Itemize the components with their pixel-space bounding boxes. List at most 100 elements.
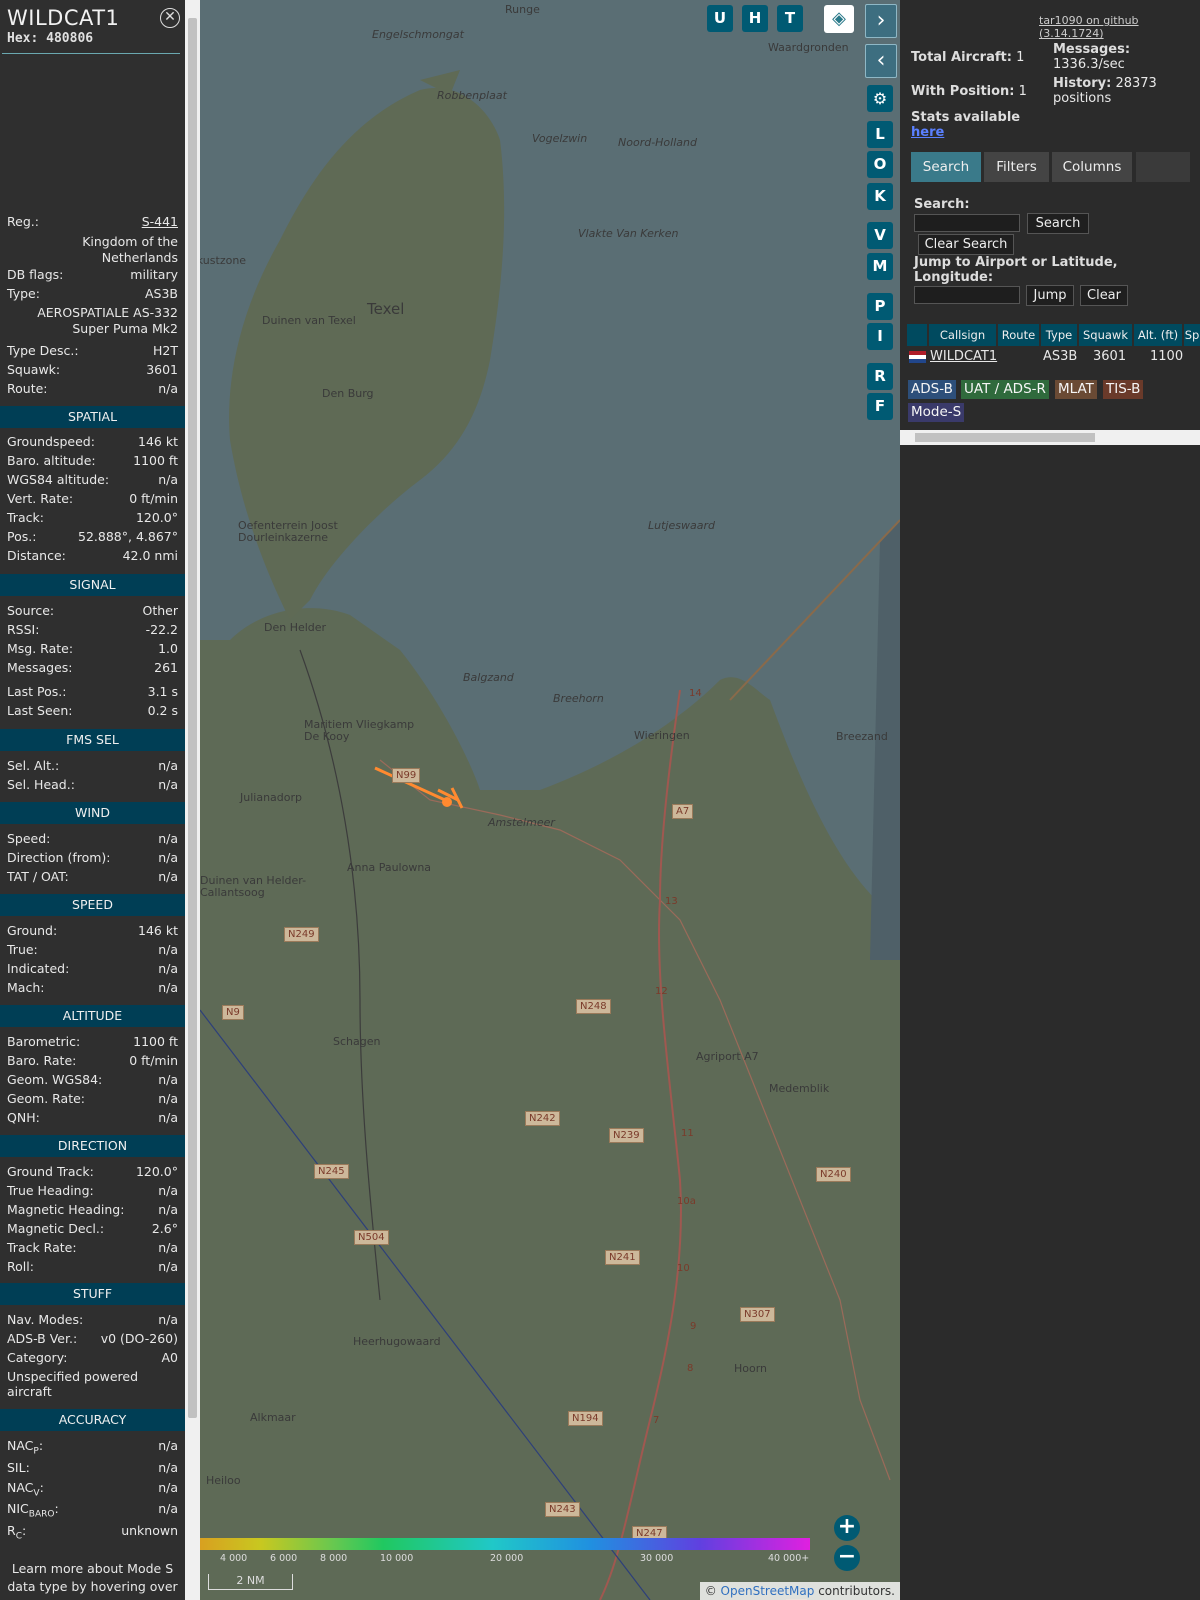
- color-legend-tick: 4 000: [220, 1553, 248, 1564]
- spatial-row: WGS84 altitude: n/a: [7, 472, 178, 487]
- row-type: AS3B: [1043, 349, 1078, 364]
- map-label: Vogelzwin: [532, 132, 588, 145]
- map-label: Hoorn: [734, 1362, 768, 1375]
- section-signal: SIGNAL: [0, 574, 185, 596]
- color-legend-tick: 30 000: [640, 1553, 674, 1564]
- collapse-left-icon[interactable]: ‹: [865, 44, 897, 78]
- signal-row: Source: Other: [7, 603, 178, 618]
- fms-row: Sel. Head.: n/a: [7, 777, 178, 792]
- road-label: N240: [816, 1167, 851, 1182]
- search-button[interactable]: Search: [1027, 213, 1089, 234]
- title-underline: [2, 53, 180, 54]
- section-wind: WIND: [0, 802, 185, 824]
- layers-icon[interactable]: ◈: [824, 5, 854, 33]
- map-button-k[interactable]: K: [867, 183, 893, 210]
- color-legend-tick: 10 000: [380, 1553, 414, 1564]
- map-button-v[interactable]: V: [867, 222, 893, 249]
- road-label: N245: [314, 1164, 349, 1179]
- search-input[interactable]: [914, 214, 1020, 232]
- tab-filters[interactable]: Filters: [984, 152, 1049, 182]
- direction-row: Magnetic Decl.: 2.6°: [7, 1221, 178, 1236]
- type-desc-row: Type Desc.: H2T: [7, 343, 178, 358]
- jump-button[interactable]: Jump: [1026, 285, 1074, 306]
- clear-jump-button[interactable]: Clear: [1080, 285, 1128, 306]
- map-button-i[interactable]: I: [867, 323, 893, 350]
- category-description: Unspecified powered aircraft: [7, 1369, 139, 1399]
- road-label: 11: [681, 1128, 694, 1139]
- map-label: Medemblik: [769, 1082, 830, 1095]
- zoom-in-button[interactable]: +: [834, 1515, 860, 1541]
- direction-row: Track Rate: n/a: [7, 1240, 178, 1255]
- map-button-f[interactable]: F: [867, 393, 893, 420]
- clear-search-button[interactable]: Clear Search: [918, 234, 1014, 255]
- row-callsign[interactable]: WILDCAT1: [930, 349, 997, 364]
- altitude-row: Geom. Rate: n/a: [7, 1091, 178, 1106]
- speed-row: Mach: n/a: [7, 980, 178, 995]
- road-label: N99: [392, 768, 421, 783]
- close-icon[interactable]: ✕: [160, 8, 180, 28]
- messages-stat: Messages: 1336.3/sec: [1053, 42, 1131, 72]
- type-full-name: AEROSPATIALE AS-332 Super Puma Mk2: [37, 305, 178, 336]
- wind-row: Direction (from): n/a: [7, 850, 178, 865]
- table-header-route[interactable]: Route: [998, 324, 1039, 346]
- settings-gear-icon[interactable]: ⚙: [867, 85, 893, 112]
- map-button-l[interactable]: L: [867, 121, 893, 148]
- map-button-o[interactable]: O: [867, 151, 893, 178]
- road-label: 10a: [677, 1196, 696, 1207]
- table-header-type[interactable]: Type: [1041, 324, 1077, 346]
- section-direction: DIRECTION: [0, 1135, 185, 1157]
- map-label: Runge: [505, 3, 540, 16]
- color-legend-tick: 40 000+: [768, 1553, 810, 1564]
- github-link[interactable]: tar1090 on github (3.14.1724): [1039, 14, 1200, 40]
- map-label: Den Helder: [264, 621, 327, 634]
- info-scrollbar[interactable]: [185, 0, 200, 1600]
- stats-here-link[interactable]: here: [911, 125, 944, 140]
- map-toggle-u[interactable]: U: [707, 5, 733, 32]
- map-view[interactable]: Runge Waardgronden Engelschmongat Robbenpla…: [200, 0, 900, 1600]
- map-toggle-h[interactable]: H: [742, 5, 768, 32]
- jump-label: Jump to Airport or Latitude, Longitude:: [914, 255, 1118, 285]
- table-header-flag[interactable]: [907, 324, 927, 346]
- tab-columns[interactable]: Columns: [1052, 152, 1132, 182]
- road-label: N241: [605, 1250, 640, 1265]
- map-label: Balgzand: [463, 671, 514, 684]
- jump-input[interactable]: [914, 286, 1020, 304]
- signal-row: Messages: 261: [7, 660, 178, 675]
- section-speed: SPEED: [0, 894, 185, 916]
- table-header-speed[interactable]: Sp: [1184, 324, 1200, 346]
- section-fms-sel: FMS SEL: [0, 729, 185, 751]
- road-label: 10: [677, 1263, 690, 1274]
- table-header-callsign[interactable]: Callsign: [929, 324, 996, 346]
- zoom-out-button[interactable]: −: [834, 1545, 860, 1571]
- nacv-row: NACV: n/a: [7, 1480, 178, 1499]
- total-aircraft: Total Aircraft: 1: [911, 50, 1025, 65]
- road-label: N194: [568, 1411, 603, 1426]
- type-row: Type: AS3B: [7, 286, 178, 301]
- map-label: Heiloo: [206, 1474, 241, 1487]
- map-button-m[interactable]: M: [867, 253, 893, 280]
- altitude-row: Baro. Rate: 0 ft/min: [7, 1053, 178, 1068]
- road-label: N9: [222, 1005, 244, 1020]
- aircraft-callsign: WILDCAT1: [7, 6, 120, 30]
- map-toggle-t[interactable]: T: [777, 5, 803, 32]
- registration-link[interactable]: S-441: [142, 213, 178, 231]
- road-label: 13: [665, 896, 678, 907]
- road-label: N504: [354, 1230, 389, 1245]
- map-button-p[interactable]: P: [867, 293, 893, 320]
- map-button-r[interactable]: R: [867, 363, 893, 390]
- table-header-altitude[interactable]: Alt. (ft): [1134, 324, 1182, 346]
- map-label: Lutjeswaard: [648, 519, 715, 532]
- section-altitude: ALTITUDE: [0, 1005, 185, 1027]
- altitude-row: QNH: n/a: [7, 1110, 178, 1125]
- stats-available: Stats available here: [911, 110, 1021, 140]
- tab-search[interactable]: Search: [911, 152, 981, 182]
- legend-modes: Mode-S: [908, 403, 965, 422]
- expand-right-icon[interactable]: ›: [865, 4, 897, 38]
- aircraft-info-panel: WILDCAT1 Hex: 480806 ✕ Reg.: S-441 Kingdo…: [0, 0, 185, 1600]
- table-horizontal-scrollbar[interactable]: [900, 430, 1200, 445]
- map-label: Alkmaar: [250, 1411, 296, 1424]
- table-header-squawk[interactable]: Squawk: [1079, 324, 1132, 346]
- scale-line: 2 NM: [208, 1574, 293, 1590]
- speed-row: Indicated: n/a: [7, 961, 178, 976]
- altitude-row: Barometric: 1100 ft: [7, 1034, 178, 1049]
